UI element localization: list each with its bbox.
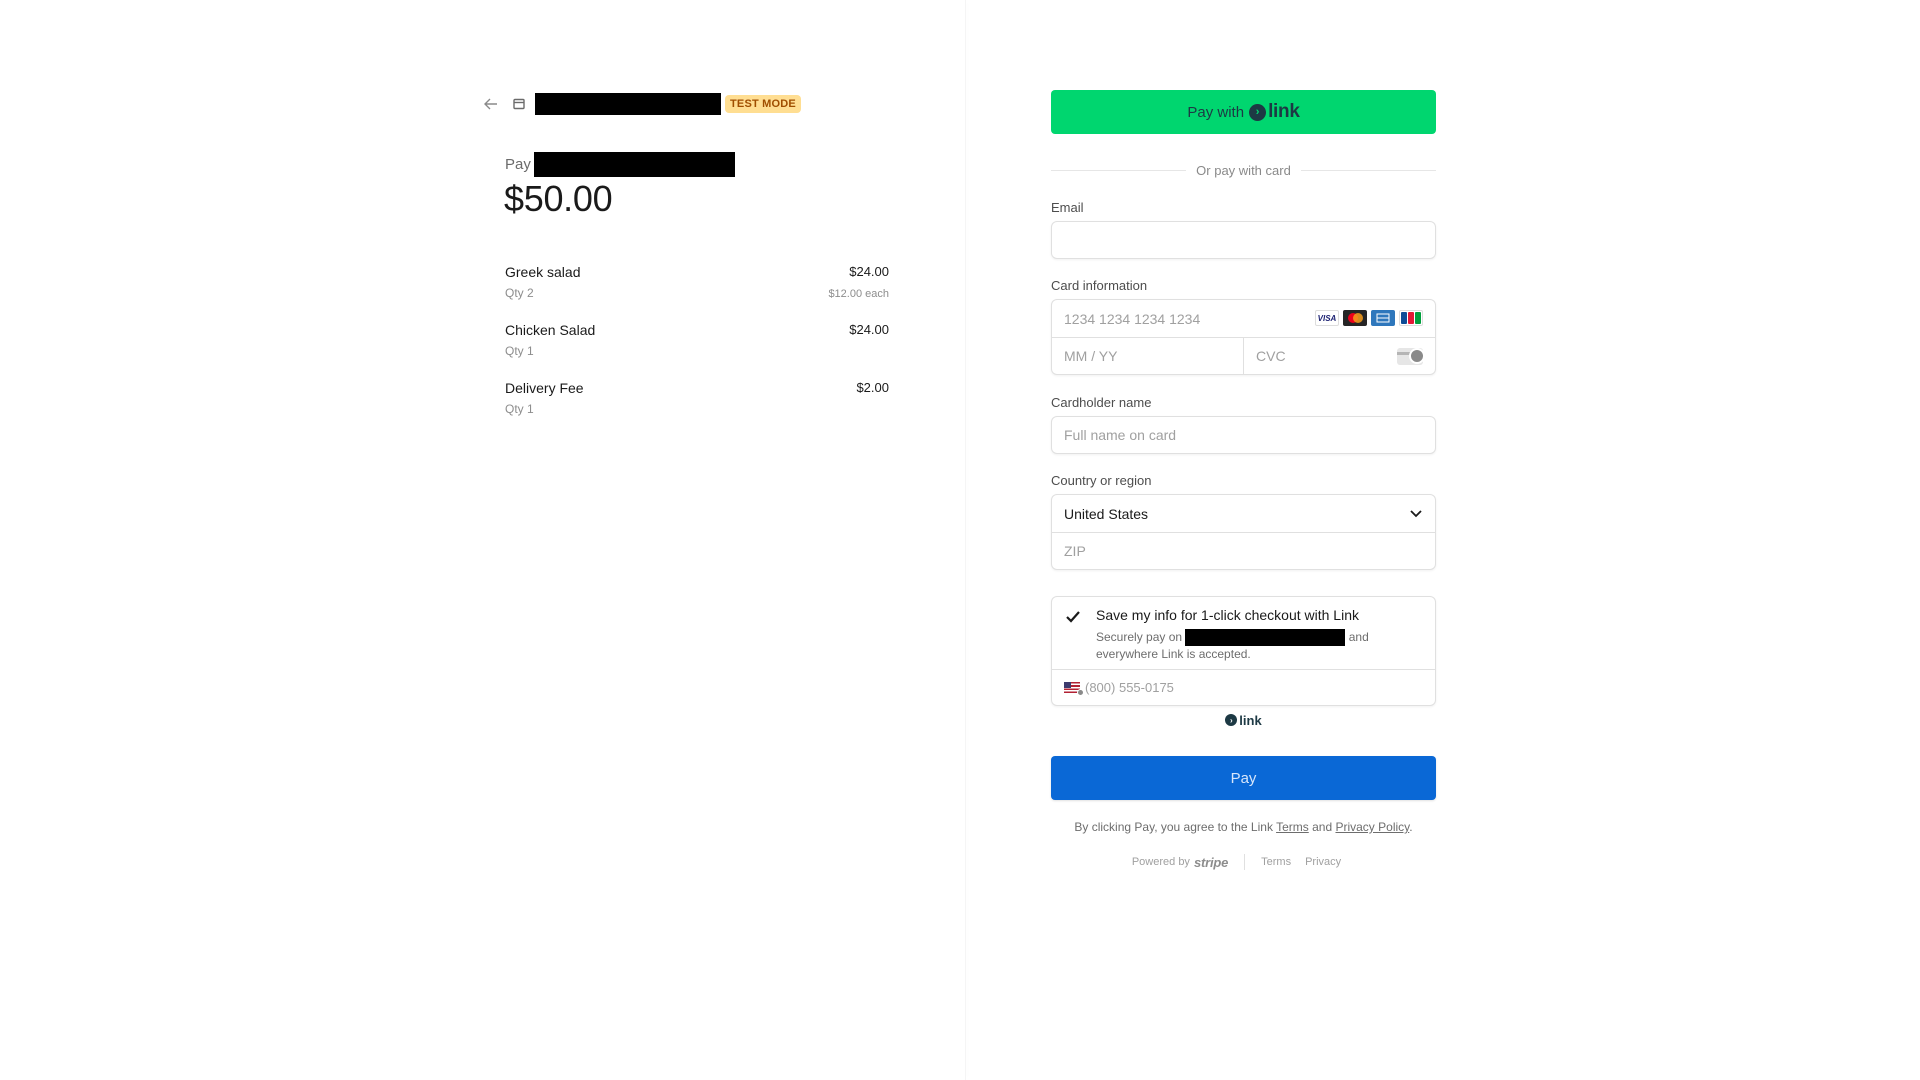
phone-placeholder: (800) 555-0175: [1085, 680, 1174, 695]
pane-divider: [965, 0, 966, 1080]
save-info-checkbox[interactable]: [1064, 608, 1082, 626]
order-summary-pane: TEST MODE Pay $50.00 Greek salad Qty 2 $…: [0, 0, 965, 1080]
item-name: Chicken Salad: [505, 322, 596, 338]
us-flag-icon: [1064, 682, 1084, 696]
line-items: Greek salad Qty 2 $24.00 $12.00 each Chi…: [505, 264, 889, 438]
pay-label: Pay: [505, 156, 531, 173]
payment-form: Pay with › link Or pay with card Email C…: [1051, 90, 1436, 870]
merchant-name-redacted: [535, 93, 721, 115]
country-select[interactable]: United States: [1052, 495, 1435, 532]
list-item: Greek salad Qty 2 $24.00 $12.00 each: [505, 264, 889, 322]
item-price: $2.00: [856, 380, 889, 395]
country-label: Country or region: [1051, 473, 1152, 488]
pay-button[interactable]: Pay: [1051, 756, 1436, 800]
card-input-group: 1234 1234 1234 1234 VISA MM / YY CVC: [1051, 299, 1436, 375]
pay-merchant-line: Pay: [505, 152, 735, 177]
save-sub-after: and: [1348, 630, 1369, 644]
back-arrow-icon[interactable]: [481, 94, 501, 114]
link-brand-word: link: [1268, 101, 1300, 122]
link-mini-logo: › link: [1051, 712, 1436, 728]
item-name: Delivery Fee: [505, 380, 584, 396]
privacy-policy-link[interactable]: Privacy Policy: [1335, 820, 1409, 834]
expiry-placeholder: MM / YY: [1064, 348, 1118, 364]
merchant-header: TEST MODE: [481, 92, 801, 116]
save-info-row: Save my info for 1-click checkout with L…: [1052, 597, 1435, 669]
powered-by-stripe[interactable]: Powered by stripe: [1132, 855, 1228, 870]
save-info-title: Save my info for 1-click checkout with L…: [1096, 607, 1359, 623]
cardholder-placeholder: Full name on card: [1064, 427, 1177, 443]
total-amount: $50.00: [504, 178, 613, 219]
pay-merchant-redacted: [533, 152, 735, 177]
phone-field[interactable]: (800) 555-0175: [1052, 669, 1435, 705]
list-item: Delivery Fee Qty 1 $2.00: [505, 380, 889, 438]
cardholder-section: Cardholder name Full name on card: [1051, 395, 1436, 454]
footer-separator: [1244, 854, 1246, 870]
legal-and: and: [1312, 820, 1333, 834]
legal-text: By clicking Pay, you agree to the Link T…: [1051, 820, 1436, 834]
test-mode-badge: TEST MODE: [725, 95, 801, 113]
save-info-subtitle: Securely pay on and everywhere Link is a…: [1096, 629, 1369, 663]
pay-with-link-button[interactable]: Pay with › link: [1051, 90, 1436, 134]
merchant-redacted-inline: [1185, 629, 1346, 647]
divider-line: [1051, 169, 1187, 171]
item-price: $24.00: [849, 264, 889, 279]
or-divider: Or pay with card: [1051, 162, 1436, 178]
card-number-field[interactable]: 1234 1234 1234 1234 VISA: [1052, 300, 1435, 337]
cardholder-label: Cardholder name: [1051, 395, 1152, 410]
or-pay-with-card-text: Or pay with card: [1196, 162, 1291, 178]
item-qty: Qty 1: [505, 344, 534, 358]
email-label: Email: [1051, 200, 1084, 215]
link-arrow-icon: ›: [1249, 103, 1267, 121]
item-qty: Qty 1: [505, 402, 534, 416]
pay-with-label: Pay with: [1187, 103, 1245, 121]
divider-line: [1300, 169, 1436, 171]
link-terms-link[interactable]: Terms: [1276, 820, 1309, 834]
visa-icon: VISA: [1315, 310, 1339, 326]
save-info-box: Save my info for 1-click checkout with L…: [1051, 596, 1436, 706]
cardholder-name-field[interactable]: Full name on card: [1051, 416, 1436, 454]
email-section: Email: [1051, 200, 1436, 259]
item-qty: Qty 2: [505, 286, 534, 300]
jcb-icon: [1399, 310, 1423, 326]
save-info-texts: Save my info for 1-click checkout with L…: [1096, 607, 1369, 661]
legal-suffix: .: [1409, 820, 1413, 834]
card-section: Card information 1234 1234 1234 1234 VIS…: [1051, 278, 1436, 375]
item-unit-price: $12.00 each: [828, 288, 889, 300]
footer-terms-link[interactable]: Terms: [1261, 856, 1291, 868]
email-field[interactable]: [1051, 221, 1436, 259]
footer-privacy-link[interactable]: Privacy: [1305, 856, 1341, 868]
country-selected: United States: [1064, 505, 1149, 522]
link-logo: › link: [1249, 101, 1300, 123]
country-section: Country or region United States ZIP: [1051, 473, 1436, 570]
store-icon: [511, 96, 527, 112]
amex-icon: [1371, 310, 1395, 326]
mastercard-icon: [1343, 310, 1367, 326]
item-price: $24.00: [849, 322, 889, 337]
list-item: Chicken Salad Qty 1 $24.00: [505, 322, 889, 380]
chevron-down-icon: [1409, 507, 1423, 521]
cvc-field[interactable]: CVC: [1243, 338, 1435, 374]
zip-placeholder: ZIP: [1064, 543, 1086, 559]
link-mini-word: link: [1239, 712, 1262, 728]
cvc-placeholder: CVC: [1256, 348, 1286, 364]
save-sub-before: Securely pay on: [1096, 630, 1183, 644]
card-info-label: Card information: [1051, 278, 1148, 293]
item-name: Greek salad: [505, 264, 581, 280]
stripe-logo: stripe: [1193, 854, 1229, 870]
legal-prefix: By clicking Pay, you agree to the Link: [1074, 820, 1273, 834]
save-sub-line2: everywhere Link is accepted.: [1096, 647, 1251, 662]
footer: Powered by stripe Terms Privacy: [1051, 854, 1436, 870]
zip-field[interactable]: ZIP: [1052, 532, 1435, 569]
address-input-group: United States ZIP: [1051, 494, 1436, 570]
card-expiry-cvc-row: MM / YY CVC: [1052, 337, 1435, 374]
expiry-field[interactable]: MM / YY: [1052, 338, 1243, 374]
cvc-card-icon: [1397, 348, 1425, 365]
link-arrow-icon: ›: [1225, 714, 1238, 726]
card-brands: VISA: [1315, 310, 1423, 326]
powered-by-label: Powered by: [1131, 856, 1190, 868]
card-number-placeholder: 1234 1234 1234 1234: [1064, 310, 1201, 327]
